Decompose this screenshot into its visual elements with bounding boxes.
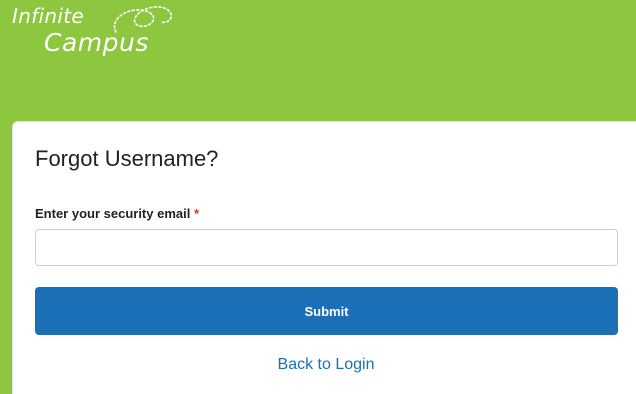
- side-accent-strip: [0, 126, 12, 394]
- page-title: Forgot Username?: [35, 146, 219, 171]
- header-bar: Infinite Campus: [0, 0, 636, 126]
- back-to-login-link[interactable]: Back to Login: [0, 356, 636, 374]
- submit-button[interactable]: Submit: [35, 287, 618, 335]
- logo-text-campus: Campus: [44, 28, 149, 57]
- security-email-input[interactable]: [35, 229, 618, 266]
- email-field-label: Enter your security email *: [35, 206, 199, 221]
- infinite-campus-logo: Infinite Campus: [12, 2, 182, 62]
- logo-text-infinite: Infinite: [12, 4, 84, 28]
- email-label-text: Enter your security email: [35, 206, 191, 221]
- required-marker: *: [193, 206, 200, 221]
- login-page: Infinite Campus Forgot Username? Enter y…: [0, 0, 636, 394]
